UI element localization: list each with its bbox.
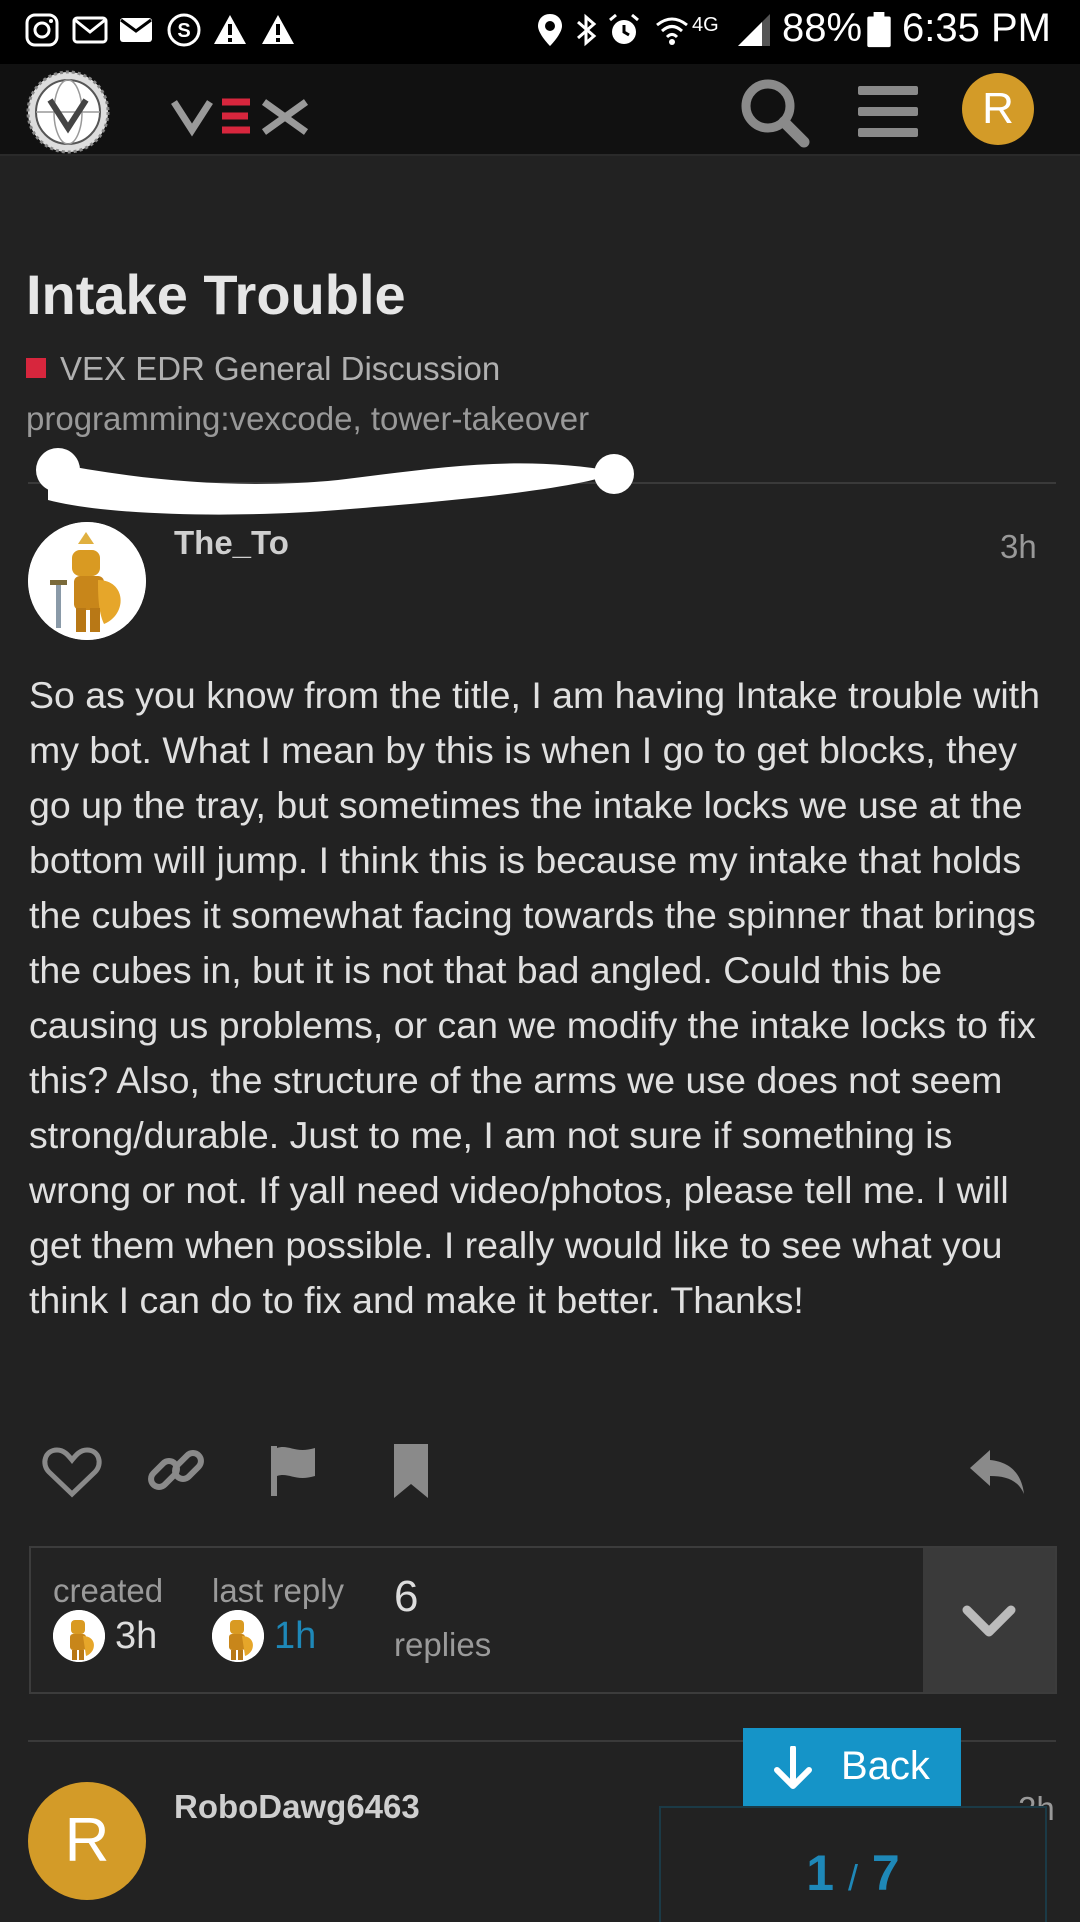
- bookmark-icon[interactable]: [376, 1436, 446, 1506]
- user-avatar[interactable]: R: [962, 73, 1034, 145]
- location-icon: [538, 14, 562, 46]
- network-type: 4G: [692, 14, 719, 36]
- created-value: 3h: [115, 1614, 158, 1657]
- bluetooth-icon: [577, 13, 597, 47]
- post-age[interactable]: 3h: [1000, 528, 1037, 566]
- back-button-label: Back: [841, 1744, 930, 1788]
- topic-tags[interactable]: programming:vexcode, tower-takeover: [26, 400, 589, 438]
- vex-logo[interactable]: [168, 84, 318, 144]
- warning-icon: [214, 15, 246, 44]
- warning-icon: [262, 15, 294, 44]
- post-actions: [0, 1436, 1080, 1506]
- replies-count: 6: [394, 1572, 419, 1621]
- site-header: R: [0, 64, 1080, 156]
- last-reply-label: last reply: [212, 1572, 345, 1609]
- progress-separator: /: [847, 1857, 858, 1898]
- svg-text:S: S: [177, 20, 190, 42]
- alarm-icon: [609, 13, 639, 44]
- reply-author-avatar[interactable]: R: [28, 1782, 146, 1900]
- status-bar: S 4G 88% 6:35 PM: [0, 0, 1080, 64]
- gmail-icon: [72, 16, 108, 44]
- knight-avatar-icon: [28, 522, 146, 640]
- site-logo-icon[interactable]: [26, 70, 110, 154]
- post-author-avatar[interactable]: [28, 522, 146, 640]
- topic-progress[interactable]: 1 / 7: [659, 1806, 1047, 1922]
- search-icon[interactable]: [734, 72, 814, 152]
- knight-avatar-icon: [212, 1610, 264, 1662]
- flag-icon[interactable]: [259, 1436, 329, 1506]
- category-color-swatch: [26, 358, 46, 378]
- category-link[interactable]: VEX EDR General Discussion: [26, 350, 500, 388]
- expand-topic-map-button[interactable]: [923, 1548, 1055, 1692]
- last-reply-stat[interactable]: last reply 1h: [212, 1572, 344, 1662]
- battery-percent: 88%: [782, 6, 863, 50]
- like-heart-icon[interactable]: [37, 1436, 107, 1506]
- topic-map: created 3h last reply 1h 6 replies: [29, 1546, 1057, 1694]
- battery-icon: [867, 12, 891, 48]
- redaction-scribble: [36, 448, 634, 515]
- replies-stat: 6 replies: [394, 1572, 491, 1664]
- replies-label: replies: [394, 1626, 492, 1663]
- mail-icon: [120, 18, 152, 42]
- last-reply-avatar[interactable]: [212, 1610, 264, 1662]
- reply-author-name[interactable]: RoboDawg6463: [174, 1788, 420, 1826]
- category-label: VEX EDR General Discussion: [60, 350, 501, 387]
- created-avatar[interactable]: [53, 1610, 105, 1662]
- created-label: created: [53, 1572, 164, 1609]
- signal-icon: [738, 14, 770, 46]
- share-link-icon[interactable]: [141, 1436, 211, 1506]
- clock: 6:35 PM: [902, 6, 1051, 50]
- wifi-icon: [656, 17, 688, 45]
- post-author-name[interactable]: The_To: [174, 524, 289, 562]
- back-button[interactable]: Back: [743, 1728, 961, 1806]
- hamburger-menu-icon[interactable]: [848, 72, 928, 152]
- app-s-icon: S: [167, 13, 201, 47]
- instagram-icon: [25, 13, 59, 47]
- last-reply-value[interactable]: 1h: [274, 1615, 316, 1657]
- topic-title[interactable]: Intake Trouble: [26, 262, 406, 327]
- knight-avatar-icon: [53, 1610, 105, 1662]
- chevron-down-icon: [962, 1605, 1016, 1637]
- arrow-down-icon: [774, 1746, 812, 1789]
- created-stat: created 3h: [53, 1572, 163, 1662]
- post-body: So as you know from the title, I am havi…: [29, 674, 1040, 1321]
- progress-current: 1: [806, 1845, 835, 1901]
- reply-arrow-icon[interactable]: [962, 1436, 1032, 1506]
- progress-total: 7: [871, 1845, 900, 1901]
